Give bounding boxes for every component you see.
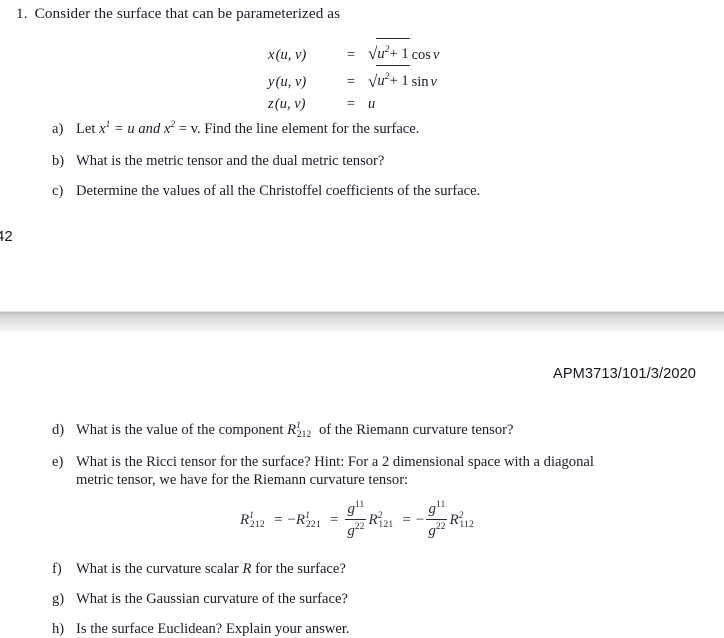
subquestion-label-h: h) — [52, 621, 65, 637]
subquestion-label-e: e) — [52, 454, 64, 470]
subquestion-label-b: b) — [52, 153, 65, 169]
param-lhs-y: y (u, v) — [268, 74, 307, 91]
tensor-r2-121: R2121 — [368, 510, 394, 531]
question-number: 1. — [16, 5, 28, 22]
param-lhs-z: z (u, v) — [268, 95, 306, 112]
square-root-icon: √u2+ 1 — [368, 38, 410, 66]
pdf-viewer[interactable]: 1. Consider the surface that can be param… — [0, 0, 724, 637]
param-rhs-z: u — [368, 95, 376, 112]
subquestion-text-c: Determine the values of all the Christof… — [76, 183, 481, 199]
equals-sign: = — [346, 46, 356, 63]
question-stem: 1. Consider the surface that can be param… — [16, 4, 340, 23]
list-item: h) Is the surface Euclidean? Explain you… — [0, 620, 724, 638]
equals-sign: = — [273, 512, 283, 528]
minus-sign: − — [287, 512, 296, 528]
parametrization-row-z: z (u, v) = u — [268, 94, 439, 116]
equals-sign: = — [346, 74, 356, 91]
list-item: a) Let x1 = u and x2 = v. Find the line … — [0, 120, 724, 140]
riemann-identity-equation: R1212 = − R1221 = g11 g22 R2121 = − g11 … — [240, 499, 478, 541]
fraction-numerator: g11 — [428, 499, 446, 517]
equals-sign: = — [346, 95, 356, 112]
parametrization-row-x: x (u, v) = √u2+ 1 cos v — [268, 38, 439, 66]
subquestion-text-e-line1: What is the Ricci tensor for the surface… — [76, 454, 594, 470]
list-item: f) What is the curvature scalar R for th… — [0, 560, 724, 578]
trig-cos: cos — [411, 46, 431, 63]
document-header-code: APM3713/101/3/2020 — [553, 366, 696, 382]
list-item: b) What is the metric tensor and the dua… — [0, 152, 724, 170]
subquestion-list-abc: a) Let x1 = u and x2 = v. Find the line … — [0, 120, 724, 200]
list-item: e) What is the Ricci tensor for the surf… — [0, 453, 724, 489]
subquestion-text-f: What is the curvature scalar R for the s… — [76, 561, 346, 577]
subquestion-text-e-line2: metric tensor, we have for the Riemann c… — [76, 472, 409, 488]
tensor-r2-112: R2112 — [449, 510, 475, 531]
subquestion-label-f: f) — [52, 561, 62, 577]
subquestion-text-e: What is the Ricci tensor for the surface… — [76, 453, 724, 489]
subquestion-list-de: d) What is the value of the component R1… — [0, 421, 724, 489]
list-item: d) What is the value of the component R1… — [0, 421, 724, 441]
riemann-component-symbol: R1212 — [287, 421, 312, 440]
tensor-r1-212: R1212 — [240, 510, 265, 531]
fraction-denominator: g22 — [426, 519, 448, 539]
subquestion-label-a: a) — [52, 121, 64, 137]
subquestion-label-c: c) — [52, 183, 64, 199]
tensor-r1-221: R1221 — [295, 510, 321, 531]
subquestion-text-a: Let x1 = u and x2 = v. Find the line ele… — [76, 120, 420, 137]
subquestion-text-d: What is the value of the component R1212… — [76, 421, 514, 440]
fraction-numerator: g11 — [347, 499, 365, 517]
param-rhs-y: √u2+ 1 sin v — [368, 65, 437, 93]
square-root-icon: √u2+ 1 — [368, 65, 410, 93]
parametrization-row-y: y (u, v) = √u2+ 1 sin v — [268, 65, 439, 93]
list-item: c) Determine the values of all the Chris… — [0, 182, 724, 200]
page-number: 42 — [0, 228, 13, 245]
subquestion-label-d: d) — [52, 422, 65, 438]
metric-ratio-fraction-2: g11 g22 — [426, 499, 448, 540]
parametrization-equations: x (u, v) = √u2+ 1 cos v y (u, v) = √u2+ 1s… — [268, 38, 439, 116]
document-page-1: 1. Consider the surface that can be param… — [0, 0, 724, 311]
trig-sin: sin — [411, 74, 429, 91]
subquestion-text-b: What is the metric tensor and the dual m… — [76, 153, 385, 169]
subquestion-list-fgh: f) What is the curvature scalar R for th… — [0, 560, 724, 638]
equals-sign: = — [329, 512, 339, 528]
minus-sign: − — [415, 512, 425, 528]
page-separator — [0, 311, 724, 333]
subquestion-text-g: What is the Gaussian curvature of the su… — [76, 591, 348, 607]
subquestion-text-h: Is the surface Euclidean? Explain your a… — [76, 621, 350, 637]
equals-sign: = — [402, 512, 411, 528]
question-stem-text: Consider the surface that can be paramet… — [34, 5, 341, 22]
fraction-denominator: g22 — [345, 519, 367, 539]
param-lhs-x: x (u, v) — [268, 46, 307, 63]
metric-ratio-fraction-1: g11 g22 — [345, 499, 367, 540]
subquestion-label-g: g) — [52, 591, 65, 607]
param-rhs-x: √u2+ 1 cos v — [368, 38, 439, 66]
list-item: g) What is the Gaussian curvature of the… — [0, 590, 724, 608]
